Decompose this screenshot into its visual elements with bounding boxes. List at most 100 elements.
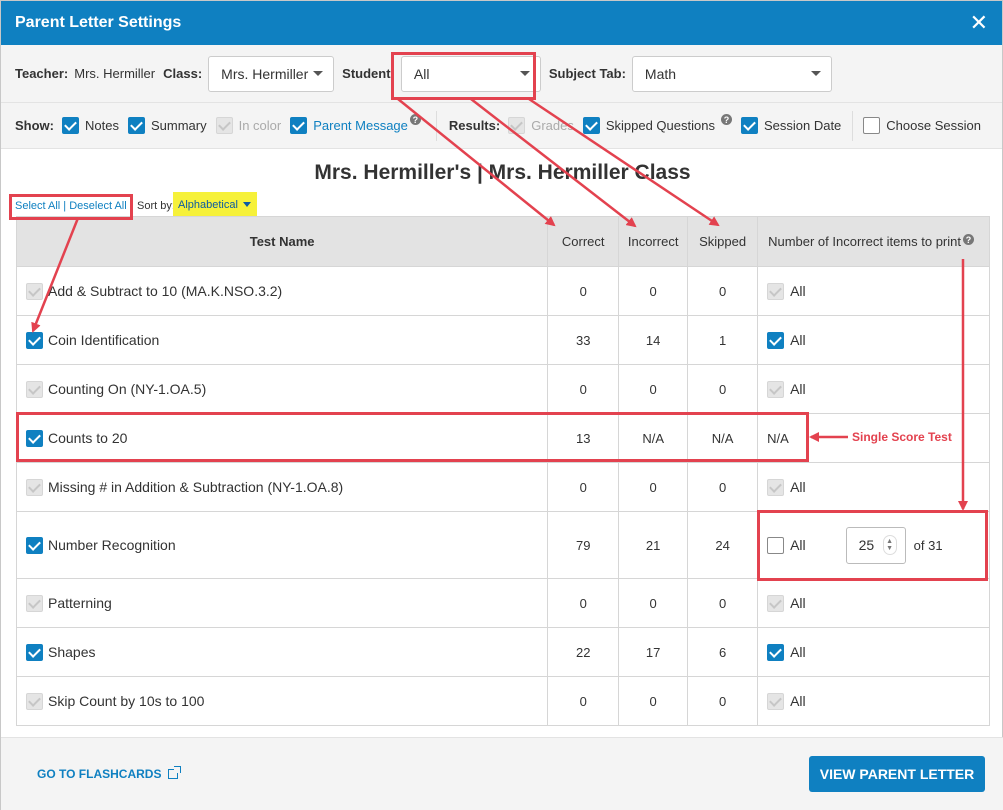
chevron-down-icon xyxy=(242,202,251,207)
incorrect-count: 0 xyxy=(618,578,689,628)
test-name: Number Recognition xyxy=(48,537,176,553)
row-checkbox xyxy=(26,478,43,496)
summary-option[interactable]: Summary xyxy=(127,117,207,134)
session-date-option[interactable]: Session Date xyxy=(740,117,842,134)
table-row: Shapes 22 17 6 All xyxy=(15,627,990,677)
class-select-value: Mrs. Hermiller xyxy=(221,65,309,82)
go-to-flashcards-link[interactable]: GO TO FLASHCARDS xyxy=(37,766,182,781)
grades-option: Grades xyxy=(508,117,574,134)
all-checkbox xyxy=(767,380,785,398)
all-checkbox xyxy=(767,478,785,496)
col-incorrect: Incorrect xyxy=(618,216,689,267)
table-row: Patterning 0 0 0 All xyxy=(15,578,990,628)
sort-by-label: Sort by: xyxy=(137,200,175,212)
parent-message-option[interactable]: Parent Message ? xyxy=(290,114,421,134)
row-checkbox xyxy=(26,692,43,710)
all-checkbox[interactable] xyxy=(767,643,785,661)
incorrect-count: 0 xyxy=(618,462,689,512)
chevron-down-icon xyxy=(810,71,821,76)
test-name: Skip Count by 10s to 100 xyxy=(48,693,205,709)
correct-count: 79 xyxy=(547,511,620,579)
annotation-box-single-score-row xyxy=(16,412,809,462)
correct-count: 33 xyxy=(547,315,620,365)
skipped-count: 24 xyxy=(687,511,759,579)
skipped-count: 0 xyxy=(687,578,759,628)
row-checkbox[interactable] xyxy=(26,331,43,349)
correct-count: 0 xyxy=(547,364,620,414)
external-link-icon xyxy=(168,766,182,779)
all-checkbox xyxy=(767,594,785,612)
all-label: All xyxy=(790,332,806,348)
table-row: Add & Subtract to 10 (MA.K.NSO.3.2) 0 0 … xyxy=(15,266,990,316)
incorrect-count: 17 xyxy=(618,627,689,677)
class-label: Class: xyxy=(163,66,203,81)
test-name: Coin Identification xyxy=(48,332,160,348)
session-date-checkbox[interactable] xyxy=(740,117,758,134)
all-label: All xyxy=(790,644,806,660)
grades-checkbox xyxy=(508,117,526,134)
col-test-name: Test Name xyxy=(15,216,549,267)
skipped-count: 0 xyxy=(687,266,759,316)
notes-option[interactable]: Notes xyxy=(62,117,119,134)
test-name: Missing # in Addition & Subtraction (NY-… xyxy=(48,479,344,495)
go-to-flashcards-label: GO TO FLASHCARDS xyxy=(37,767,162,781)
class-select[interactable]: Mrs. Hermiller xyxy=(208,55,335,92)
parent-message-checkbox[interactable] xyxy=(290,117,308,134)
all-label: All xyxy=(790,381,806,397)
row-checkbox xyxy=(26,594,43,612)
test-name: Add & Subtract to 10 (MA.K.NSO.3.2) xyxy=(48,283,283,299)
subject-tab-select-value: Math xyxy=(644,65,677,82)
correct-count: 0 xyxy=(547,462,620,512)
test-name: Patterning xyxy=(48,595,112,611)
col-incorrect-items: Number of Incorrect items to print? xyxy=(757,216,990,267)
col-skipped: Skipped xyxy=(687,216,759,267)
options-bar: Show: Notes Summary In color Parent Mess… xyxy=(1,103,1002,149)
parent-letter-settings-dialog: Parent Letter Settings ✕ Teacher: Mrs. H… xyxy=(0,0,1003,810)
incorrect-count: 21 xyxy=(618,511,689,579)
skipped-questions-option[interactable]: Skipped Questions ? xyxy=(582,114,732,134)
student-label: Student: xyxy=(342,66,395,81)
test-name: Shapes xyxy=(48,644,96,660)
help-icon[interactable]: ? xyxy=(720,114,732,125)
notes-checkbox[interactable] xyxy=(62,117,79,134)
row-checkbox[interactable] xyxy=(26,536,43,554)
all-label: All xyxy=(790,479,806,495)
in-color-option: In color xyxy=(215,117,281,134)
correct-count: 22 xyxy=(547,627,620,677)
sort-by-value: Alphabetical xyxy=(178,198,238,211)
teacher-value: Mrs. Hermiller xyxy=(74,66,156,81)
view-parent-letter-button[interactable]: VIEW PARENT LETTER xyxy=(809,756,985,792)
correct-count: 0 xyxy=(547,578,620,628)
table-row: Counting On (NY-1.OA.5) 0 0 0 All xyxy=(15,364,990,414)
all-checkbox[interactable] xyxy=(767,331,785,349)
teacher-label: Teacher: xyxy=(15,66,69,81)
incorrect-count: 0 xyxy=(618,266,689,316)
annotation-box-select-all xyxy=(9,194,133,220)
subject-tab-select[interactable]: Math xyxy=(631,55,832,92)
row-checkbox[interactable] xyxy=(26,643,43,661)
grades-label: Grades xyxy=(531,118,574,133)
col-correct: Correct xyxy=(547,216,620,267)
help-icon[interactable]: ? xyxy=(962,234,974,245)
session-date-label: Session Date xyxy=(763,118,842,133)
dialog-title: Parent Letter Settings xyxy=(15,14,182,31)
skipped-questions-checkbox[interactable] xyxy=(582,117,600,134)
test-name: Counting On (NY-1.OA.5) xyxy=(48,381,207,397)
row-checkbox xyxy=(26,282,43,300)
sort-by-select[interactable]: Alphabetical xyxy=(173,192,257,217)
table-row: Skip Count by 10s to 100 0 0 0 All xyxy=(15,676,990,726)
single-score-annotation: Single Score Test xyxy=(852,430,952,444)
help-icon[interactable]: ? xyxy=(409,114,421,125)
all-label: All xyxy=(790,283,806,299)
tests-table: Test Name Correct Incorrect Skipped Numb… xyxy=(15,216,990,726)
show-label: Show: xyxy=(15,118,54,133)
choose-session-checkbox[interactable] xyxy=(863,117,881,134)
summary-checkbox[interactable] xyxy=(127,117,145,134)
parent-message-label[interactable]: Parent Message xyxy=(313,118,408,133)
skipped-count: 0 xyxy=(687,364,759,414)
choose-session-label: Choose Session xyxy=(886,118,981,133)
close-icon[interactable]: ✕ xyxy=(970,12,988,34)
annotation-box-student xyxy=(391,52,536,100)
choose-session-option[interactable]: Choose Session xyxy=(863,117,981,134)
col-incorrect-items-label: Number of Incorrect items to print xyxy=(768,234,961,249)
